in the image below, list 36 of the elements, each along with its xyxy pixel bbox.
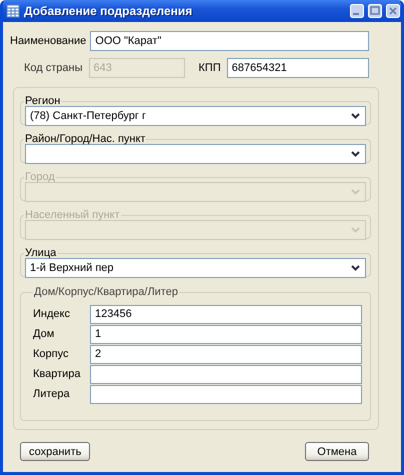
cancel-button[interactable]: Отмена [305,442,369,461]
window-icon [6,4,20,18]
input-field[interactable] [90,364,362,384]
input-field[interactable]: 687654321 [226,58,369,78]
window-title: Добавление подразделения [24,4,194,18]
field-label: Наименование [10,35,86,47]
group-label: Регион [24,96,62,107]
field-label: Квартира [33,368,82,380]
dropdown[interactable]: (78) Санкт-Петербург г [25,106,366,126]
field-label: Корпус [33,348,70,360]
field-label: Индекс [33,308,71,320]
field-label: Дом [33,328,56,340]
field-label: КПП [198,62,221,74]
chevron-down-icon [351,151,360,157]
input-field[interactable]: 123456 [90,304,362,324]
chevron-down-icon [351,113,360,119]
group-label: Дом/Корпус/Квартира/Литер [33,286,179,298]
group-label: Район/Город/Нас. пункт [24,134,146,145]
chevron-down-icon [351,189,360,195]
field-label: Литера [33,388,71,400]
group-label: Город [24,172,56,183]
minimize-icon[interactable] [350,4,364,18]
save-button[interactable]: сохранить [20,442,90,461]
group-label: Улица [24,248,58,259]
group-label: Населенный пункт [24,210,121,221]
input-field[interactable]: 2 [90,344,362,364]
field-label: Код страны [24,62,83,74]
input-field[interactable]: ООО "Карат" [90,31,369,51]
chevron-down-icon [351,227,360,233]
input-field[interactable]: 1 [90,324,362,344]
dropdown[interactable]: 1-й Верхний пер [25,258,366,278]
maximize-icon[interactable] [368,4,382,18]
dropdown[interactable] [25,144,366,164]
chevron-down-icon [351,265,360,271]
input-field[interactable] [90,384,362,404]
close-icon[interactable] [386,4,400,18]
